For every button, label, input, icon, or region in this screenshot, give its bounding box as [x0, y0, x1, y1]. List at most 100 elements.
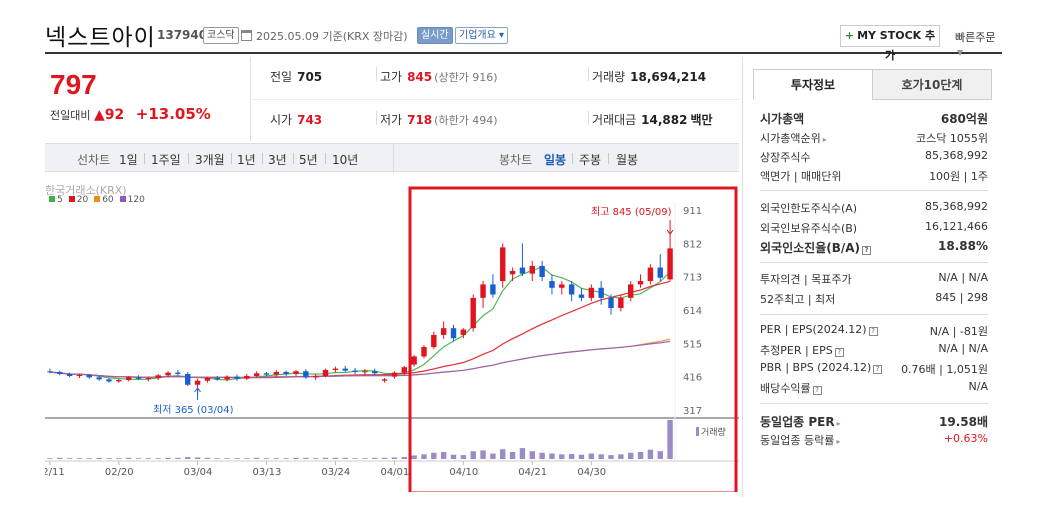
info-key: 배당수익률? — [760, 380, 822, 396]
calendar-icon — [241, 30, 252, 41]
candle — [608, 297, 614, 308]
volume-bar — [529, 451, 535, 459]
info-value: N/A | -81원 — [929, 325, 988, 338]
info-panel: 투자정보 호가10단계 시가총액 680억원 시가총액순위 ▸ 코스닥 1055위 상장주… — [742, 57, 1000, 497]
candle — [519, 267, 526, 274]
volume-bar — [381, 457, 388, 459]
volume-bar — [293, 457, 299, 459]
divider — [588, 111, 589, 125]
help-icon[interactable]: ? — [862, 246, 872, 255]
volume-bar — [559, 454, 565, 459]
volume-bar — [588, 453, 595, 459]
period-5y[interactable]: 5년 — [299, 151, 318, 168]
candle — [214, 378, 220, 380]
help-icon[interactable]: ? — [868, 327, 878, 336]
divider — [231, 153, 232, 164]
volume-bar — [598, 454, 604, 459]
divider — [188, 153, 189, 164]
help-icon[interactable]: ? — [812, 386, 822, 395]
candle — [155, 375, 161, 379]
volume-bar — [145, 458, 152, 459]
period-1d[interactable]: 1일 — [119, 151, 138, 168]
chevron-right-icon[interactable]: ▸ — [823, 135, 827, 144]
tab-investment-info[interactable]: 투자정보 — [753, 69, 873, 100]
current-price: 797 — [50, 69, 97, 100]
candle — [637, 281, 644, 285]
info-row: 외국인한도주식수(A) 85,368,992 — [760, 200, 988, 216]
volume-bar — [549, 453, 555, 459]
period-monthly-candle[interactable]: 월봉 — [616, 151, 638, 168]
volume-bar — [372, 457, 378, 459]
info-value: +0.63% — [943, 432, 988, 445]
stock-header: 넥스트아이 137940 코스닥 2025.05.09 기준(KRX 장마감) … — [45, 16, 1002, 62]
stat-volume: 거래량 18,694,214 — [592, 68, 706, 85]
divider — [760, 190, 988, 191]
period-weekly-candle[interactable]: 주봉 — [579, 151, 601, 168]
period-1w[interactable]: 1주일 — [151, 151, 181, 168]
volume-bar — [342, 457, 348, 459]
period-1y[interactable]: 1년 — [237, 151, 256, 168]
volume-bar — [519, 448, 526, 459]
candle — [66, 373, 73, 376]
candle — [411, 356, 417, 365]
info-row: 투자의견 | 목표주가 N/A | N/A — [760, 271, 988, 287]
tab-orderbook[interactable]: 호가10단계 — [872, 69, 992, 100]
lower-limit: (하한가 494) — [434, 114, 498, 127]
ma-legend: 5 20 60 120 — [49, 195, 151, 205]
stat-value: 743 — [297, 113, 323, 127]
info-key: 액면가 | 매매단위 — [760, 168, 842, 184]
candle — [500, 247, 506, 282]
volume-bar — [96, 457, 102, 459]
info-key-text: 액면가 | 매매단위 — [760, 170, 842, 183]
market-badge: 코스닥 — [203, 27, 239, 44]
info-value: 680억원 — [940, 112, 988, 126]
info-value: N/A | N/A — [938, 271, 988, 284]
ma-label: 5 — [57, 195, 63, 205]
period-daily-candle[interactable]: 일봉 — [544, 151, 566, 168]
chevron-right-icon[interactable]: ▸ — [837, 419, 841, 428]
stat-label: 전일 — [270, 70, 293, 84]
divider — [376, 67, 377, 81]
quick-order-button[interactable]: 빠른주문 ▼ — [955, 29, 1002, 58]
realtime-badge[interactable]: 실시간 — [417, 27, 453, 44]
stat-value: 14,882 — [641, 113, 688, 127]
candle — [539, 265, 545, 278]
candle — [322, 369, 329, 376]
candle — [509, 270, 516, 275]
stat-low: 저가 718 (하한가 494) — [380, 111, 498, 128]
line-chart-label[interactable]: 선차트 — [77, 151, 110, 168]
volume-bar — [185, 457, 191, 459]
high-arrow-icon — [666, 220, 674, 235]
candle — [175, 372, 181, 374]
candle — [303, 371, 309, 378]
upper-limit: (상한가 916) — [434, 71, 498, 84]
candle — [450, 328, 457, 339]
company-overview-dropdown[interactable]: 기업개요 ▾ — [455, 27, 509, 44]
add-mystock-button[interactable]: + MY STOCK 추가 — [840, 25, 940, 62]
volume-bar — [539, 452, 545, 459]
chevron-right-icon[interactable]: ▸ — [836, 437, 840, 446]
candle — [145, 378, 152, 380]
help-icon[interactable]: ? — [873, 365, 883, 374]
info-key: 시가총액순위 ▸ — [760, 130, 827, 146]
info-key-text: 외국인소진율(B/A) — [760, 241, 861, 255]
volume-legend: 거래량 — [701, 426, 726, 438]
help-icon[interactable]: ? — [834, 348, 844, 357]
period-10y[interactable]: 10년 — [332, 151, 358, 168]
period-3y[interactable]: 3년 — [268, 151, 287, 168]
period-3m[interactable]: 3개월 — [195, 151, 225, 168]
candle — [588, 287, 595, 298]
change-label: 전일대비 — [50, 109, 91, 122]
volume-bar — [76, 458, 83, 459]
candle — [204, 378, 211, 381]
candle — [470, 297, 476, 329]
stat-value: 18,694,214 — [630, 70, 707, 84]
candle — [529, 265, 535, 274]
info-key-text: 배당수익률 — [760, 382, 811, 395]
info-key-text: PBR | BPS (2024.12) — [760, 361, 872, 374]
x-tick-label: 02/11 — [45, 467, 65, 478]
info-row: PBR | BPS (2024.12)? 0.76배 | 1,051원 — [760, 361, 988, 377]
info-row: 52주최고 | 최저 845 | 298 — [760, 291, 988, 307]
info-key: 추정PER | EPS? — [760, 342, 844, 358]
candle — [76, 374, 83, 376]
